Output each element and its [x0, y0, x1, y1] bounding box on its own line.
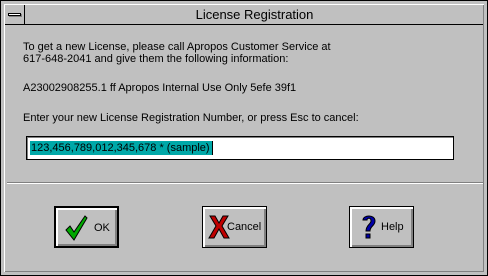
window-title: License Registration: [195, 7, 314, 22]
instruction-line-2: 617-648-2041 and give them the following…: [23, 53, 289, 65]
system-menu-icon: [8, 13, 21, 16]
license-number-input[interactable]: 123,456,789,012,345,678 * (sample): [26, 136, 454, 160]
cancel-label: Cancel: [227, 221, 262, 233]
license-number-text: 123,456,789,012,345,678 * (sample): [31, 142, 210, 154]
ok-label: OK: [94, 222, 110, 234]
panel-separator: [7, 183, 483, 184]
license-info: A23002908255.1 ff Apropos Internal Use O…: [23, 82, 297, 94]
question-mark-icon: [362, 215, 376, 239]
help-button[interactable]: Help: [349, 206, 414, 248]
help-label: Help: [381, 221, 404, 233]
instruction-line-1: To get a new License, please call Apropo…: [23, 41, 331, 53]
title-bar[interactable]: License Registration: [5, 5, 483, 25]
system-menu-button[interactable]: [5, 5, 25, 24]
license-number-value: 123,456,789,012,345,678 * (sample): [30, 141, 213, 155]
text-caret: [211, 141, 213, 155]
cancel-button[interactable]: Cancel: [202, 206, 267, 248]
checkmark-icon: [65, 215, 88, 241]
entry-prompt: Enter your new License Registration Numb…: [23, 112, 359, 124]
license-registration-dialog: License Registration To get a new Licens…: [0, 0, 488, 276]
ok-button[interactable]: OK: [54, 206, 119, 248]
